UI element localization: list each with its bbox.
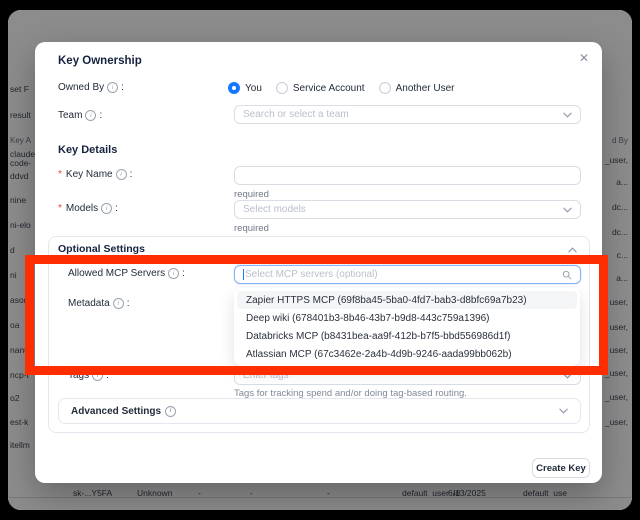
- browser-window: set F result Key A claude code- ddvd nin…: [8, 10, 632, 510]
- radio-unselected-icon: [379, 82, 391, 94]
- colon: :: [106, 370, 109, 381]
- info-icon: i: [113, 298, 124, 309]
- models-label: * Models i :: [58, 203, 118, 214]
- tags-select[interactable]: Enter tags: [234, 366, 581, 385]
- metadata-label: Metadata i :: [68, 298, 129, 309]
- metadata-label-text: Metadata: [68, 298, 110, 309]
- tags-placeholder: Enter tags: [243, 370, 289, 381]
- mcp-option[interactable]: Zapier HTTPS MCP (69f8ba45-5ba0-4fd7-bab…: [237, 291, 577, 309]
- team-placeholder: Search or select a team: [243, 109, 349, 120]
- text-cursor: [243, 269, 244, 280]
- info-icon: i: [165, 406, 176, 417]
- mcp-option[interactable]: Databricks MCP (b8431bea-aa9f-412b-b7f5-…: [237, 327, 577, 345]
- search-icon: [562, 270, 572, 280]
- team-label-text: Team: [58, 110, 82, 121]
- create-key-modal: Key Ownership ✕ Owned By i : You Service…: [35, 42, 602, 483]
- owned-by-radio-group: You Service Account Another User: [228, 82, 455, 94]
- radio-service-account[interactable]: Service Account: [276, 82, 365, 94]
- mcp-option[interactable]: Atlassian MCP (67c3462e-2a4b-4d9b-9246-a…: [237, 345, 577, 363]
- radio-label: You: [245, 83, 262, 94]
- close-icon[interactable]: ✕: [579, 51, 589, 65]
- colon: :: [115, 203, 118, 214]
- radio-another-user[interactable]: Another User: [379, 82, 455, 94]
- advanced-settings-toggle[interactable]: Advanced Settings i: [58, 398, 581, 424]
- info-icon: i: [116, 169, 127, 180]
- mcp-placeholder: Select MCP servers (optional): [245, 269, 378, 280]
- team-select[interactable]: Search or select a team: [234, 105, 581, 124]
- key-name-label: * Key Name i :: [58, 169, 132, 180]
- required-hint: required: [234, 189, 269, 200]
- allowed-mcp-label-text: Allowed MCP Servers: [68, 268, 165, 279]
- team-label: Team i :: [58, 110, 102, 121]
- radio-unselected-icon: [276, 82, 288, 94]
- colon: :: [99, 110, 102, 121]
- tags-label-text: Tags: [68, 370, 89, 381]
- required-asterisk: *: [58, 203, 62, 214]
- create-key-button[interactable]: Create Key: [532, 458, 590, 478]
- tags-label: Tags i :: [68, 370, 109, 381]
- radio-you[interactable]: You: [228, 82, 262, 94]
- modal-title: Key Ownership: [58, 55, 142, 67]
- optional-settings-heading[interactable]: Optional Settings: [58, 243, 145, 255]
- chevron-down-icon: [559, 408, 568, 414]
- info-icon: i: [101, 203, 112, 214]
- mcp-dropdown: Zapier HTTPS MCP (69f8ba45-5ba0-4fd7-bab…: [234, 288, 580, 366]
- models-select[interactable]: Select models: [234, 200, 581, 219]
- mcp-option[interactable]: Deep wiki (678401b3-8b46-43b7-b9d8-443c7…: [237, 309, 577, 327]
- owned-by-label-text: Owned By: [58, 82, 104, 93]
- radio-selected-icon: [228, 82, 240, 94]
- key-name-label-text: Key Name: [66, 169, 113, 180]
- key-details-heading: Key Details: [58, 144, 117, 156]
- allowed-mcp-label: Allowed MCP Servers i :: [68, 268, 185, 279]
- chevron-down-icon: [563, 207, 572, 213]
- models-placeholder: Select models: [243, 204, 306, 215]
- info-icon: i: [92, 370, 103, 381]
- colon: :: [127, 298, 130, 309]
- chevron-down-icon: [563, 112, 572, 118]
- models-label-text: Models: [66, 203, 98, 214]
- required-hint: required: [234, 223, 269, 234]
- required-asterisk: *: [58, 169, 62, 180]
- radio-label: Another User: [396, 83, 455, 94]
- owned-by-label: Owned By i :: [58, 82, 124, 93]
- info-icon: i: [85, 110, 96, 121]
- info-icon: i: [107, 82, 118, 93]
- colon: :: [130, 169, 133, 180]
- radio-label: Service Account: [293, 83, 365, 94]
- info-icon: i: [168, 268, 179, 279]
- key-name-input[interactable]: [234, 166, 581, 185]
- mcp-server-select[interactable]: Select MCP servers (optional): [234, 265, 581, 284]
- chevron-up-icon[interactable]: [568, 247, 577, 253]
- chevron-down-icon: [563, 373, 572, 379]
- advanced-settings-label: Advanced Settings: [71, 406, 161, 417]
- colon: :: [182, 268, 185, 279]
- colon: :: [121, 82, 124, 93]
